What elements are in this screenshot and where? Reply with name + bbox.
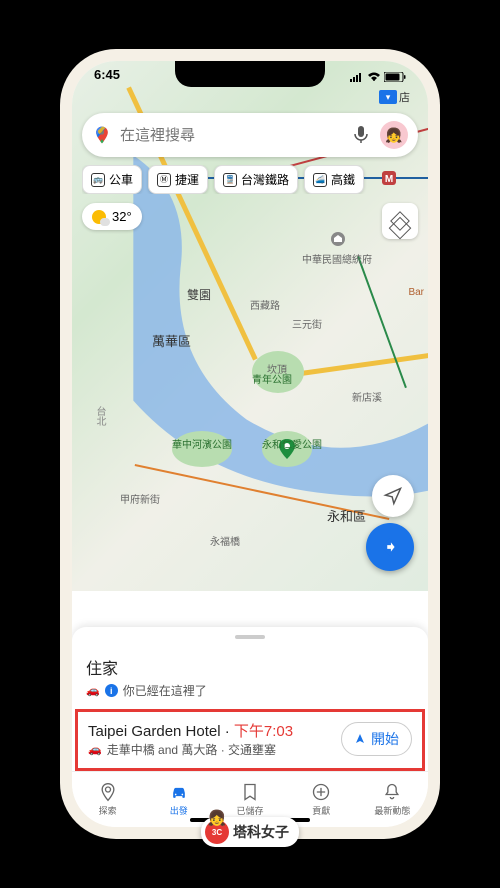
location-arrow-icon xyxy=(383,486,403,506)
gov-icon xyxy=(330,231,346,247)
home-destination[interactable]: 住家 🚗 i 你已經在這裡了 xyxy=(72,647,428,709)
chip-hsr[interactable]: 🚄高鐵 xyxy=(304,165,364,194)
label-qingnian: 青年公園 xyxy=(252,371,292,386)
plus-circle-icon xyxy=(311,782,331,802)
label-yonghe: 永和區 xyxy=(327,506,366,525)
watermark-avatar-icon: 3C xyxy=(205,820,229,844)
profile-avatar[interactable]: 👧 xyxy=(380,121,408,149)
weather-chip[interactable]: 32° xyxy=(82,203,142,230)
home-title: 住家 xyxy=(86,655,414,679)
chip-metro[interactable]: Ⓜ捷運 xyxy=(148,165,208,194)
label-yonghe-park: 永和仁愛公園 xyxy=(262,436,322,451)
search-bar[interactable]: 👧 xyxy=(82,113,418,157)
nav-explore[interactable]: 探索 xyxy=(72,772,143,827)
highlighted-destination[interactable]: Taipei Garden Hotel · 下午7:03 🚗 走華中橋 and … xyxy=(75,709,425,771)
nav-news[interactable]: 最新動態 xyxy=(357,772,428,827)
dest-name: Taipei Garden Hotel xyxy=(88,723,221,740)
weather-temp: 32° xyxy=(112,209,132,224)
home-subtitle: 🚗 i 你已經在這裡了 xyxy=(86,682,414,699)
hsr-icon: 🚄 xyxy=(313,173,327,187)
watermark: 3C 塔科女子 xyxy=(201,817,299,847)
watermark-text: 塔科女子 xyxy=(233,822,289,842)
info-icon: i xyxy=(105,684,118,697)
notch xyxy=(175,61,325,87)
directions-icon xyxy=(379,536,401,558)
car-icon-2: 🚗 xyxy=(88,743,102,756)
transit-chips-row: 🚌公車 Ⓜ捷運 🚆台灣鐵路 🚄高鐵 xyxy=(82,165,428,194)
label-shuangyuan: 雙園 xyxy=(187,286,211,303)
layers-icon xyxy=(390,211,410,231)
start-button[interactable]: 開始 xyxy=(341,722,412,756)
search-input[interactable] xyxy=(120,127,354,144)
sun-cloud-icon xyxy=(92,210,106,224)
metro-icon: Ⓜ xyxy=(157,173,171,187)
label-zongtongfu: 中華民國總統府 xyxy=(302,251,372,266)
navigate-arrow-icon xyxy=(354,733,366,745)
signal-icon xyxy=(350,70,364,85)
wifi-icon xyxy=(367,70,381,85)
bottom-sheet[interactable]: 住家 🚗 i 你已經在這裡了 Taipei Garden Hotel · 下午7… xyxy=(72,627,428,771)
label-huazhong: 華中河濱公園 xyxy=(172,436,232,451)
locate-button[interactable] xyxy=(372,475,414,517)
bell-icon xyxy=(382,782,402,802)
status-time: 6:45 xyxy=(94,67,120,87)
car-icon: 🚗 xyxy=(86,684,100,697)
label-wanhua: 萬華區 xyxy=(152,331,191,350)
dest-time: 下午7:03 xyxy=(234,723,293,740)
chip-bus[interactable]: 🚌公車 xyxy=(82,165,142,194)
store-label: ▾ 店 xyxy=(379,89,410,105)
pin-icon xyxy=(98,782,118,802)
bookmark-icon xyxy=(240,782,260,802)
mic-icon[interactable] xyxy=(354,126,372,144)
label-sanyuan: 三元街 xyxy=(292,316,322,331)
label-xizang: 西藏路 xyxy=(250,297,280,312)
phone-frame: 6:45 ▾ 店 xyxy=(60,49,440,839)
screen: 6:45 ▾ 店 xyxy=(72,61,428,827)
sheet-handle[interactable] xyxy=(235,635,265,639)
label-fuxing: 甲府新街 xyxy=(120,491,160,506)
dest-title-row: Taipei Garden Hotel · 下午7:03 xyxy=(88,720,341,741)
directions-button[interactable] xyxy=(366,523,414,571)
chip-rail[interactable]: 🚆台灣鐵路 xyxy=(214,165,298,194)
label-taibei: 台北 xyxy=(92,406,107,426)
label-bar: Bar xyxy=(408,287,424,298)
rail-icon: 🚆 xyxy=(223,173,237,187)
car-nav-icon xyxy=(169,782,189,802)
gmaps-logo-icon xyxy=(92,125,112,145)
label-yongfu: 永福橋 xyxy=(210,533,240,548)
dest-route: 🚗 走華中橋 and 萬大路 · 交通壅塞 xyxy=(88,741,341,758)
label-xindian: 新店溪 xyxy=(352,389,382,404)
bus-icon: 🚌 xyxy=(91,173,105,187)
store-badge-icon: ▾ xyxy=(379,90,397,104)
status-right xyxy=(350,67,406,87)
battery-icon xyxy=(384,70,406,85)
layers-button[interactable] xyxy=(382,203,418,239)
